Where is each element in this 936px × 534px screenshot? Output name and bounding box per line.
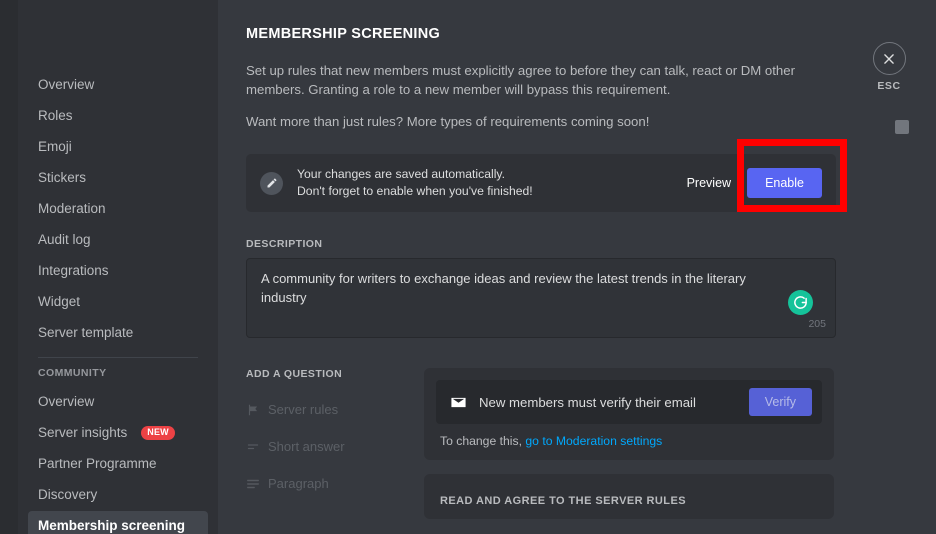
cards-column: New members must verify their email Veri… (424, 368, 936, 520)
sidebar-item-label: Widget (38, 294, 81, 310)
intro-paragraph-1: Set up rules that new members must expli… (246, 63, 795, 97)
verify-email-card: New members must verify their email Veri… (424, 368, 834, 461)
sidebar-item-stickers[interactable]: Stickers (28, 163, 208, 193)
server-rules-card[interactable]: Read and agree to the server rules (424, 474, 834, 520)
sidebar-item-emoji[interactable]: Emoji (28, 132, 208, 162)
left-rail (0, 0, 18, 534)
save-notice-bar: Your changes are saved automatically. Do… (246, 154, 836, 213)
sidebar-item-membership-screening[interactable]: Membership screening (28, 511, 208, 534)
question-type-label: Paragraph (268, 476, 329, 492)
sidebar-item-overview[interactable]: Overview (28, 387, 208, 417)
pencil-icon (260, 171, 283, 195)
moderation-settings-link[interactable]: go to Moderation settings (525, 434, 662, 448)
sidebar-item-discovery[interactable]: Discovery (28, 480, 208, 510)
moderation-note: To change this, go to Moderation setting… (436, 434, 822, 448)
question-type-short-answer[interactable]: Short answer (246, 439, 424, 454)
sidebar-item-label: Membership screening (38, 518, 186, 534)
paragraph-icon (246, 477, 268, 491)
sidebar-item-label: Integrations (38, 263, 109, 279)
description-value: A community for writers to exchange idea… (261, 271, 746, 306)
sidebar-item-label: Server template (38, 325, 134, 341)
short-answer-icon (246, 441, 268, 453)
sidebar-item-label: Moderation (38, 201, 106, 217)
sidebar-item-label: Emoji (38, 139, 72, 155)
scrollbar-thumb[interactable] (895, 120, 909, 134)
moderation-note-prefix: To change this, (440, 434, 526, 449)
close-icon (872, 42, 906, 75)
server-rules-card-title: Read and agree to the server rules (440, 495, 686, 508)
sidebar-item-roles[interactable]: Roles (28, 101, 208, 131)
add-question-label: Add a question (246, 368, 343, 381)
question-type-label: Short answer (268, 439, 345, 455)
sidebar-divider (38, 357, 198, 358)
flag-icon (246, 403, 268, 417)
sidebar-item-server-template[interactable]: Server template (28, 318, 208, 348)
verify-email-label: New members must verify their email (479, 394, 696, 410)
sidebar-item-partner-programme[interactable]: Partner Programme (28, 449, 208, 479)
add-question-column: Add a question Server rules Short answer P… (246, 368, 424, 519)
verify-email-row: New members must verify their email Veri… (436, 380, 822, 425)
page-title: Membership Screening (246, 26, 441, 42)
question-type-server-rules[interactable]: Server rules (246, 402, 424, 417)
sidebar-item-label: Stickers (38, 170, 87, 186)
sidebar-item-label: Roles (38, 108, 73, 124)
close-label: ESC (877, 80, 901, 92)
sidebar-item-widget[interactable]: Widget (28, 287, 208, 317)
intro-paragraph-2: Want more than just rules? More types of… (246, 114, 650, 130)
close-settings-button[interactable]: ESC (862, 42, 916, 92)
sidebar-item-label: Overview (38, 77, 95, 93)
sidebar-item-server-insights[interactable]: Server insights NEW (28, 418, 208, 448)
sidebar-item-label: Server insights (38, 425, 128, 441)
mail-icon (450, 394, 467, 411)
question-type-paragraph[interactable]: Paragraph (246, 476, 424, 491)
new-badge: NEW (141, 426, 175, 440)
sidebar-section-community: Community (38, 367, 107, 379)
sidebar-item-label: Audit log (38, 232, 91, 248)
settings-window: Overview Roles Emoji Stickers Moderation Audi… (0, 0, 936, 534)
character-counter: 205 (808, 317, 826, 330)
description-input[interactable]: A community for writers to exchange idea… (246, 258, 836, 339)
sidebar-item-moderation[interactable]: Moderation (28, 194, 208, 224)
enable-button[interactable]: Enable (747, 168, 822, 199)
sidebar-item-overview[interactable]: Overview (28, 70, 208, 100)
grammarly-icon[interactable] (788, 290, 813, 316)
preview-button[interactable]: Preview (687, 176, 731, 190)
main-content: Membership Screening Set up rules that n… (218, 0, 936, 534)
settings-sidebar: Overview Roles Emoji Stickers Moderation Audi… (18, 0, 218, 534)
save-notice-line-1: Your changes are saved automatically. (297, 167, 505, 182)
question-type-label: Server rules (268, 402, 339, 418)
description-label: Description (246, 238, 323, 251)
sidebar-item-audit-log[interactable]: Audit log (28, 225, 208, 255)
sidebar-item-label: Discovery (38, 487, 98, 503)
save-notice-line-2: Don't forget to enable when you've finis… (297, 184, 533, 199)
question-section: Add a question Server rules Short answer P… (246, 368, 936, 520)
sidebar-item-label: Overview (38, 394, 95, 410)
sidebar-item-integrations[interactable]: Integrations (28, 256, 208, 286)
verify-button[interactable]: Verify (748, 388, 812, 417)
save-notice-text: Your changes are saved automatically. Do… (297, 166, 687, 200)
sidebar-item-label: Partner Programme (38, 456, 157, 472)
